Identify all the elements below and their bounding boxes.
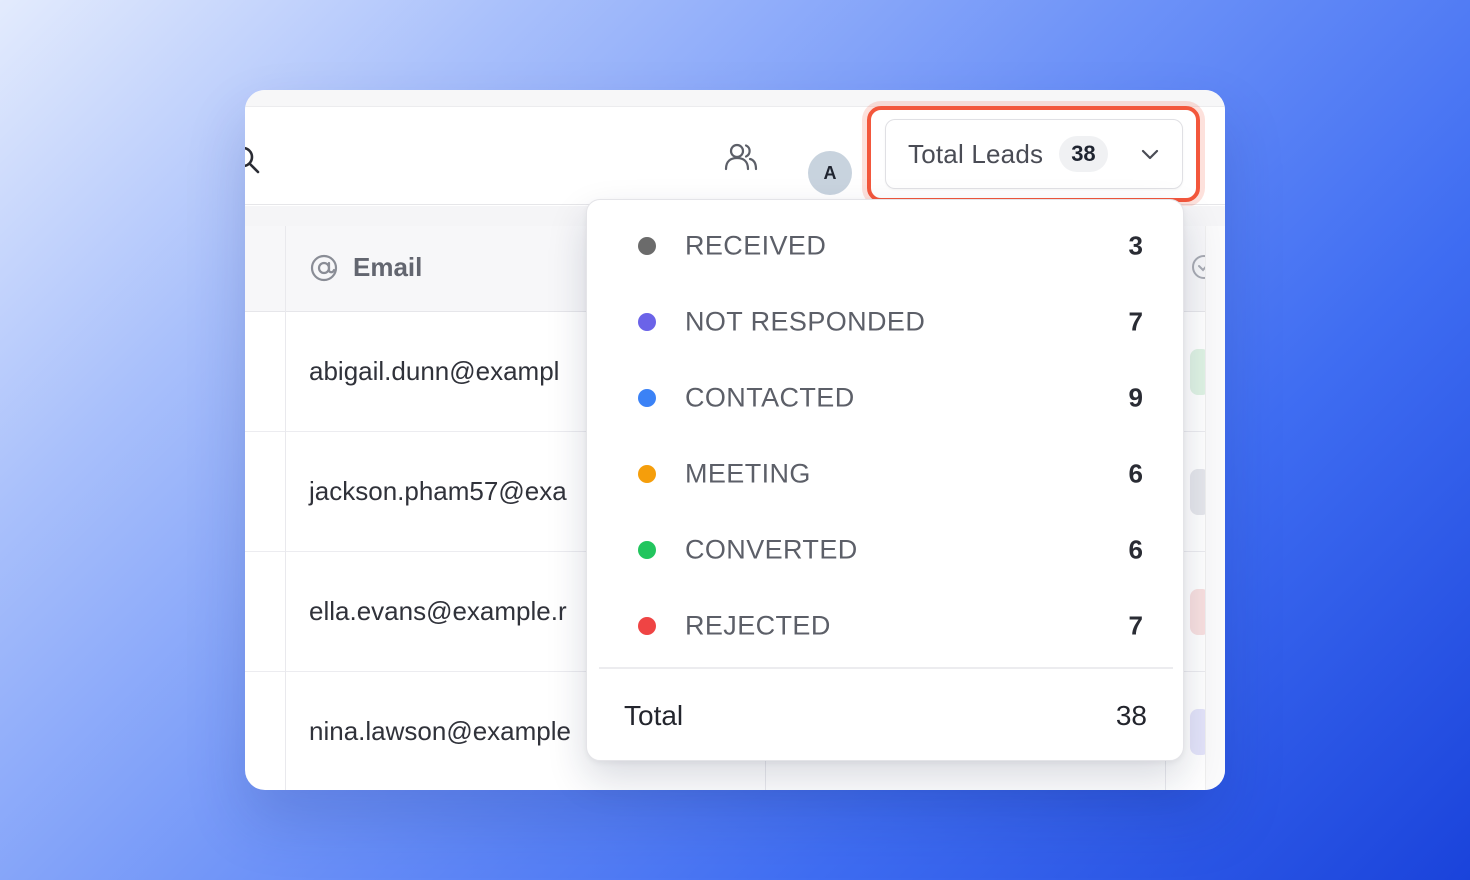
scrollbar[interactable]: [1205, 226, 1225, 790]
status-dot: [638, 465, 656, 483]
status-dot: [638, 389, 656, 407]
status-count: 7: [1128, 306, 1143, 337]
column-header-email[interactable]: Email: [309, 252, 422, 283]
status-count: 9: [1128, 382, 1143, 413]
status-item-meeting[interactable]: MEETING 6: [587, 436, 1185, 512]
status-item-not-responded[interactable]: NOT RESPONDED 7: [587, 284, 1185, 360]
status-item-converted[interactable]: CONVERTED 6: [587, 512, 1185, 588]
status-dot: [638, 617, 656, 635]
status-label: MEETING: [685, 458, 811, 489]
total-leads-count-badge: 38: [1059, 136, 1108, 172]
status-count: 6: [1128, 534, 1143, 565]
total-leads-button[interactable]: Total Leads 38: [885, 119, 1183, 189]
team-icon[interactable]: [723, 141, 759, 173]
status-count: 6: [1128, 458, 1143, 489]
status-label: CONTACTED: [685, 382, 855, 413]
status-item-rejected[interactable]: REJECTED 7: [587, 588, 1185, 664]
search-icon[interactable]: [245, 145, 261, 175]
status-count: 7: [1128, 610, 1143, 641]
window-top-strip: [245, 90, 1225, 107]
status-label: RECEIVED: [685, 230, 827, 261]
status-label: CONVERTED: [685, 534, 858, 565]
total-leads-label: Total Leads: [908, 138, 1044, 169]
status-label: REJECTED: [685, 610, 831, 641]
email-cell: abigail.dunn@exampl: [309, 356, 560, 386]
status-dot: [638, 237, 656, 255]
status-label: NOT RESPONDED: [685, 306, 926, 337]
chevron-down-icon: [1141, 149, 1159, 160]
avatar[interactable]: A: [808, 151, 852, 195]
total-label: Total: [624, 700, 684, 731]
column-divider: [285, 226, 286, 790]
email-cell: nina.lawson@example: [309, 716, 571, 746]
status-dropdown: RECEIVED 3 NOT RESPONDED 7 CONTACTED 9 M…: [586, 199, 1184, 761]
status-count: 3: [1128, 230, 1143, 261]
at-sign-icon: [310, 254, 338, 281]
status-item-contacted[interactable]: CONTACTED 9: [587, 360, 1185, 436]
email-cell: jackson.pham57@exa: [309, 476, 567, 506]
status-item-received[interactable]: RECEIVED 3: [587, 208, 1185, 284]
email-cell: ella.evans@example.r: [309, 596, 567, 626]
total-count: 38: [1115, 700, 1147, 731]
dropdown-divider: [599, 667, 1173, 669]
status-dot: [638, 541, 656, 559]
status-dot: [638, 313, 656, 331]
column-header-email-label: Email: [353, 252, 423, 282]
